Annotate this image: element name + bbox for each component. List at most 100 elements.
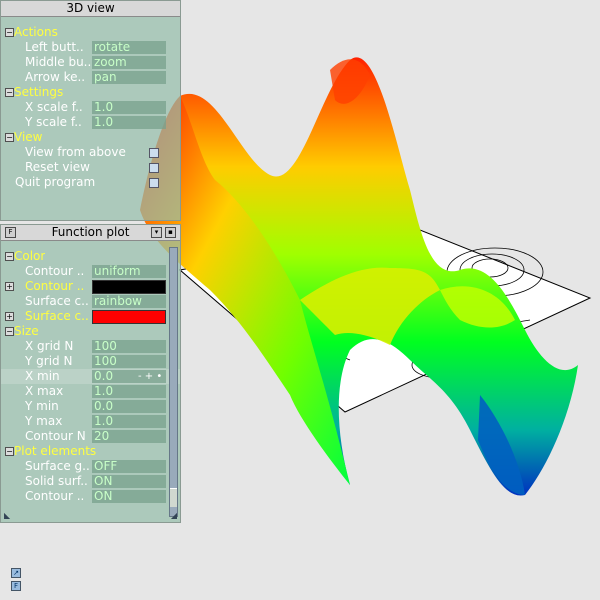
collapse-icon[interactable]: − xyxy=(5,88,14,97)
x-min-row: X min 0.0 - + • xyxy=(1,369,180,384)
size-param-label: X max xyxy=(25,384,64,398)
size-param-label: X grid N xyxy=(25,339,74,353)
pin-icon[interactable]: F xyxy=(11,581,21,591)
y-max-row: Y max 1.0 xyxy=(1,414,180,429)
action-row-middle-button: Middle bu.. zoom xyxy=(1,55,180,70)
contour-color-row[interactable]: + Contour .. xyxy=(1,279,180,294)
collapse-icon[interactable]: − xyxy=(5,252,14,261)
size-param-value[interactable]: 100 xyxy=(92,355,166,368)
expand-icon[interactable]: + xyxy=(5,312,14,321)
setting-value[interactable]: 1.0 xyxy=(92,116,166,129)
surface-color-swatch[interactable] xyxy=(92,310,166,324)
function-plot-title: Function plot xyxy=(51,225,130,239)
setting-row-y-scale: Y scale f.. 1.0 xyxy=(1,115,180,130)
solid-surface-row: Solid surf.. ON xyxy=(1,474,180,489)
size-section[interactable]: − Size xyxy=(1,324,180,339)
element-toggle[interactable]: ON xyxy=(92,490,166,503)
close-icon[interactable]: ▪ xyxy=(165,227,176,238)
value-stepper[interactable]: - + • xyxy=(138,369,162,384)
contour-color-swatch[interactable] xyxy=(92,280,166,294)
size-param-value[interactable]: 1.0 xyxy=(92,385,166,398)
view-section[interactable]: − View xyxy=(1,130,180,145)
settings-label: Settings xyxy=(14,85,64,99)
view-from-above-button[interactable] xyxy=(149,148,159,158)
actions-section[interactable]: − Actions xyxy=(1,25,180,40)
pin-icon[interactable]: F xyxy=(5,227,16,238)
resize-corner-icon[interactable]: ◢ xyxy=(171,511,177,520)
y-grid-n-row: Y grid N 100 xyxy=(1,354,180,369)
size-label: Size xyxy=(14,324,39,338)
size-param-label: Y min xyxy=(25,399,59,413)
quit-program-item[interactable]: Quit program xyxy=(1,175,180,190)
contour-color-mode-value[interactable]: uniform xyxy=(92,265,166,278)
view-from-above-item[interactable]: View from above xyxy=(1,145,180,160)
action-value[interactable]: zoom xyxy=(92,56,166,69)
element-label: Surface g.. xyxy=(25,459,90,473)
reset-view-item[interactable]: Reset view xyxy=(1,160,180,175)
size-param-value[interactable]: 0.0 xyxy=(92,400,166,413)
action-label: Middle bu.. xyxy=(25,55,92,69)
scrollbar-thumb[interactable] xyxy=(170,488,177,507)
panel-scrollbar[interactable] xyxy=(169,247,178,517)
element-toggle[interactable]: OFF xyxy=(92,460,166,473)
element-label: Solid surf.. xyxy=(25,474,88,488)
quit-program-label: Quit program xyxy=(15,175,96,189)
collapse-icon[interactable]: − xyxy=(5,327,14,336)
contour-toggle-row: Contour .. ON xyxy=(1,489,180,504)
reset-view-button[interactable] xyxy=(149,163,159,173)
size-param-label: Y grid N xyxy=(25,354,73,368)
size-param-label: Y max xyxy=(25,414,63,428)
view-panel-title[interactable]: 3D view xyxy=(1,1,180,17)
size-param-label: X min xyxy=(25,369,60,383)
contour-color-mode-label: Contour .. xyxy=(25,264,85,278)
setting-label: Y scale f.. xyxy=(25,115,82,129)
expand-icon[interactable]: + xyxy=(5,282,14,291)
surface-color-mode-label: Surface c.. xyxy=(25,294,89,308)
size-param-value[interactable]: 100 xyxy=(92,340,166,353)
view-panel: 3D view − Actions Left butt.. rotate Mid… xyxy=(0,0,181,221)
collapse-icon[interactable]: − xyxy=(5,133,14,142)
element-toggle[interactable]: ON xyxy=(92,475,166,488)
action-value[interactable]: pan xyxy=(92,71,166,84)
minimize-icon[interactable]: ▾ xyxy=(151,227,162,238)
action-label: Left butt.. xyxy=(25,40,84,54)
surface-grid-row: Surface g.. OFF xyxy=(1,459,180,474)
action-value[interactable]: rotate xyxy=(92,41,166,54)
actions-label: Actions xyxy=(14,25,58,39)
contour-color-mode-row: Contour .. uniform xyxy=(1,264,180,279)
setting-label: X scale f.. xyxy=(25,100,83,114)
plot-elements-label: Plot elements xyxy=(14,444,97,458)
resize-corner-icon[interactable]: ◣ xyxy=(4,511,10,520)
contour-color-label: Contour .. xyxy=(25,279,85,293)
contour-n-row: Contour N 20 xyxy=(1,429,180,444)
plot-elements-section[interactable]: − Plot elements xyxy=(1,444,180,459)
x-grid-n-row: X grid N 100 xyxy=(1,339,180,354)
y-min-row: Y min 0.0 xyxy=(1,399,180,414)
function-plot-titlebar[interactable]: F Function plot ▾ ▪ xyxy=(1,225,180,241)
quit-program-button[interactable] xyxy=(149,178,159,188)
collapse-icon[interactable]: − xyxy=(5,28,14,37)
surface-color-label: Surface c.. xyxy=(25,309,89,323)
element-label: Contour .. xyxy=(25,489,85,503)
color-section[interactable]: − Color xyxy=(1,249,180,264)
surface-color-row[interactable]: + Surface c.. xyxy=(1,309,180,324)
surface-color-mode-row: Surface c.. rainbow xyxy=(1,294,180,309)
action-row-left-button: Left butt.. rotate xyxy=(1,40,180,55)
x-max-row: X max 1.0 xyxy=(1,384,180,399)
reset-view-label: Reset view xyxy=(25,160,90,174)
surface-color-mode-value[interactable]: rainbow xyxy=(92,295,166,308)
function-plot-panel: F Function plot ▾ ▪ − Color Contour .. u… xyxy=(0,224,181,523)
color-label: Color xyxy=(14,249,46,263)
view-from-above-label: View from above xyxy=(25,145,126,159)
size-param-value[interactable]: 20 xyxy=(92,430,166,443)
action-label: Arrow ke.. xyxy=(25,70,86,84)
setting-value[interactable]: 1.0 xyxy=(92,101,166,114)
setting-row-x-scale: X scale f.. 1.0 xyxy=(1,100,180,115)
action-row-arrow-keys: Arrow ke.. pan xyxy=(1,70,180,85)
size-param-label: Contour N xyxy=(25,429,86,443)
size-param-value[interactable]: 1.0 xyxy=(92,415,166,428)
restore-panel-icon[interactable]: ↗ xyxy=(11,568,21,578)
settings-section[interactable]: − Settings xyxy=(1,85,180,100)
collapse-icon[interactable]: − xyxy=(5,447,14,456)
view-label: View xyxy=(14,130,43,144)
